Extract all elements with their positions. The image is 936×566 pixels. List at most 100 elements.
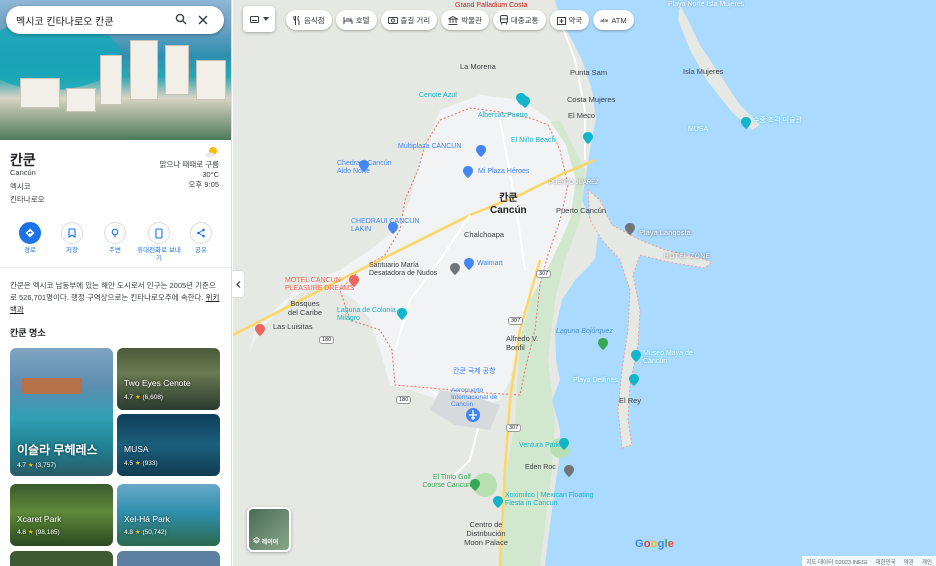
label-albercas[interactable]: Albercas Puerto [478, 112, 528, 119]
label-multiplaza[interactable]: Multiplaza CANCUN [398, 143, 461, 150]
chip-things-to-do[interactable]: 즐길 거리 [380, 10, 438, 30]
label-puerto-juarez: PUERTO JUAREZ [549, 180, 599, 186]
chip-label: 약국 [568, 15, 583, 25]
label-santuario[interactable]: Santuario María Desatadora de Nudos [369, 262, 449, 278]
pin-albercas[interactable] [520, 96, 530, 111]
review-count: (6,608) [142, 394, 164, 401]
pin-laguna[interactable] [397, 308, 407, 323]
weather-temp: 30°C [202, 170, 219, 179]
pin-golf[interactable] [470, 479, 480, 494]
label-mi-plaza[interactable]: Mi Plaza Héroes [478, 168, 529, 175]
map-canvas[interactable]: Grand Palladium Costa Playa Norte Isla M… [233, 0, 936, 566]
chip-transit[interactable]: 대중교통 [492, 10, 546, 30]
label-ventura[interactable]: Ventura Park [519, 442, 559, 449]
road-shield-180: 180 [319, 336, 335, 344]
pin-eden[interactable] [564, 465, 574, 480]
pin-musa[interactable] [741, 117, 751, 132]
weather-partly-cloudy-icon [205, 147, 217, 158]
place-card-isla-mujeres[interactable]: 이슬라 무헤레스 4.7 ★ (3,757) [10, 348, 113, 476]
share-button[interactable]: 공유 [181, 222, 221, 255]
chip-hotels[interactable]: 호텔 [335, 10, 377, 30]
terms-link[interactable]: 약관 [904, 558, 914, 566]
pin-xoximilco[interactable] [493, 496, 503, 511]
label-el-nino[interactable]: El Niño Beach [511, 137, 555, 144]
star-icon: ★ [134, 460, 141, 467]
label-musa[interactable]: MUSA [688, 126, 708, 133]
share-label: 공유 [195, 247, 207, 254]
layers-button[interactable]: 레이어 [247, 507, 291, 552]
pin-ventura[interactable] [559, 438, 569, 453]
label-el-meco: El Meco [568, 111, 596, 120]
hero-building [100, 55, 122, 105]
label-airport[interactable]: 칸쿤 국제 공항 [453, 368, 496, 376]
directions-button[interactable]: 경로 [10, 222, 50, 255]
layers-label: 레이어 [252, 537, 278, 546]
label-underwater-museum[interactable]: 수중 조각 미술관 [753, 115, 802, 125]
place-card-xel-ha-park[interactable]: Xel-Há Park 4.8 ★ (50,742) [117, 484, 220, 546]
pin-multiplaza[interactable] [476, 145, 486, 160]
label-playa-delfines[interactable]: Playa Delfines [573, 377, 618, 384]
action-bar: 경로 저장 주변 휴대전화로 보내기 공유 [0, 218, 231, 268]
label-eden-roc[interactable]: Eden Roc [525, 464, 556, 471]
label-laguna-colonia[interactable]: Laguna de Colonia Milagro [337, 307, 397, 323]
place-card-rating: 4.7 ★ (3,757) [17, 461, 56, 469]
label-motel[interactable]: MOTEL CANCUN PLEASURE DREAMS [285, 277, 365, 293]
label-chedraui-norte[interactable]: Chedraui Cancún Aldo Norte [337, 160, 397, 176]
pin-santuario[interactable] [450, 263, 460, 278]
museum-icon [448, 15, 459, 25]
label-puerto-cancun: Puerto Cancún [556, 206, 607, 215]
label-costa-mujeres: Costa Mujeres [567, 95, 616, 104]
city-label-en: Cancún [490, 205, 527, 216]
atm-icon: atm [600, 17, 609, 23]
label-el-tinto[interactable]: El Tinto Golf Course Cancun [409, 474, 471, 490]
chip-pharmacy[interactable]: 약국 [549, 10, 590, 30]
label-playa-langosta[interactable]: Playa Langosta [639, 228, 691, 237]
pin-playa-langosta[interactable] [625, 223, 635, 238]
send-to-phone-button[interactable]: 휴대전화로 보내기 [137, 222, 181, 263]
search-input[interactable]: 멕시코 킨타나로오 칸쿤 [16, 13, 170, 28]
chip-museums[interactable]: 박물관 [441, 10, 489, 30]
collapse-panel-button[interactable] [233, 270, 245, 298]
save-label: 저장 [66, 247, 78, 254]
search-icon[interactable] [170, 13, 192, 28]
nearby-icon [104, 222, 126, 244]
chip-atm[interactable]: atm ATM [593, 10, 634, 30]
pin-mi-plaza[interactable] [463, 166, 473, 181]
label-walmart[interactable]: Walmart [477, 260, 503, 267]
pin-las-luisitas[interactable] [255, 324, 265, 339]
place-card-more[interactable] [117, 551, 220, 566]
close-icon[interactable] [192, 13, 214, 28]
place-description: 칸쿤은 멕시코 남동부에 있는 해안 도시로서 인구는 2005년 기준으로 5… [10, 280, 222, 316]
city-label[interactable]: 칸쿤 Cancún [490, 193, 527, 217]
label-chalchoapa: Chalchoapa [464, 230, 505, 239]
place-card-xcaret-park[interactable]: Xcaret Park 4.8 ★ (98,185) [10, 484, 113, 546]
place-card-two-eyes-cenote[interactable]: Two Eyes Cenote 4.7 ★ (6,608) [117, 348, 220, 410]
label-punta-sam: Punta Sam [570, 68, 608, 77]
label-airport-en[interactable]: Aeropuerto Internacional de Cancún [451, 387, 501, 408]
label-xoximilco[interactable]: Xoximilco | Mexican Floating Fiesta in C… [505, 492, 605, 508]
pin-walmart[interactable] [464, 258, 474, 273]
label-bosques: Bosques del Caribe [287, 299, 323, 317]
label-cenote-azul[interactable]: Cenote Azul [419, 92, 457, 99]
directions-icon [19, 222, 41, 244]
map-menu-button[interactable] [243, 6, 275, 32]
label-chedraui-lakin[interactable]: CHEDRAUI CANCUN LAKIN [351, 218, 421, 234]
transit-icon [499, 15, 508, 25]
weather-info: 맑으나 때때로 구름 30°C 오후 9:05 [160, 160, 219, 190]
pin-museo-maya[interactable] [631, 350, 641, 365]
search-box[interactable]: 멕시코 킨타나로오 칸쿤 [6, 6, 224, 34]
chip-restaurants[interactable]: 음식점 [286, 10, 332, 30]
label-grand-palladium[interactable]: Grand Palladium Costa [455, 2, 527, 9]
save-button[interactable]: 저장 [52, 222, 92, 255]
privacy-link[interactable]: 개인 [922, 558, 932, 566]
label-playa-norte[interactable]: Playa Norte Isla Mujeres [668, 1, 744, 8]
place-card-musa[interactable]: MUSA 4.5 ★ (933) [117, 414, 220, 476]
place-card-more[interactable] [10, 551, 113, 566]
country-link[interactable]: 대한민국 [876, 558, 896, 566]
pin-el-nino[interactable] [583, 132, 593, 147]
pin-laguna-bojorquez[interactable] [598, 338, 608, 353]
pin-playa-delfines[interactable] [629, 374, 639, 389]
label-museo-maya[interactable]: Museo Maya de Cancún [643, 350, 713, 366]
nearby-button[interactable]: 주변 [95, 222, 135, 255]
airport-icon[interactable] [466, 408, 480, 425]
